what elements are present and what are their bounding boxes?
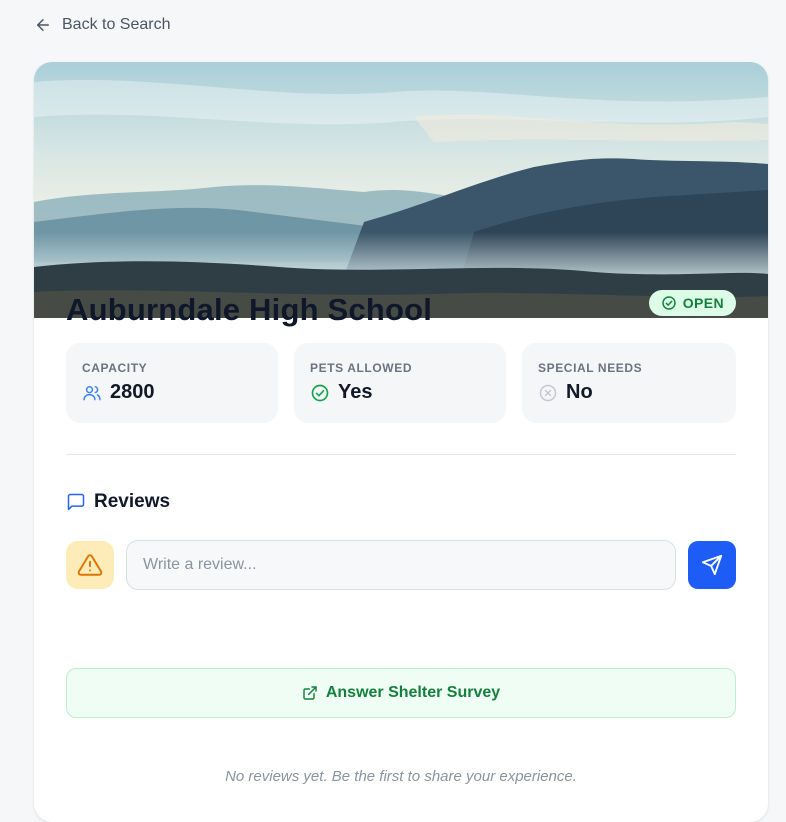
stat-pets-allowed: PETS ALLOWED Yes xyxy=(294,343,506,423)
stat-label: SPECIAL NEEDS xyxy=(538,361,643,375)
answer-survey-button[interactable]: Answer Shelter Survey xyxy=(66,668,736,718)
external-link-icon xyxy=(303,686,317,700)
arrow-left-icon xyxy=(37,19,49,31)
empty-reviews-message: No reviews yet. Be the first to share yo… xyxy=(225,768,577,785)
stat-capacity: CAPACITY 2800 xyxy=(66,343,278,423)
stat-value: No xyxy=(566,381,593,403)
message-square-icon xyxy=(67,493,85,511)
x-circle-icon xyxy=(539,384,557,401)
reviews-heading: Reviews xyxy=(66,491,170,513)
alert-triangle-icon xyxy=(77,554,103,576)
review-composer xyxy=(66,540,736,590)
shelter-name: Auburndale High School xyxy=(66,292,433,327)
stat-label: CAPACITY xyxy=(82,361,148,375)
check-circle-icon xyxy=(661,296,676,310)
report-issue-button[interactable] xyxy=(66,541,114,589)
section-divider xyxy=(66,454,736,455)
send-icon xyxy=(701,554,723,576)
back-link-label: Back to Search xyxy=(62,16,171,33)
reviews-heading-label: Reviews xyxy=(94,491,171,512)
send-review-button[interactable] xyxy=(688,541,736,589)
survey-label: Answer Shelter Survey xyxy=(325,684,501,701)
stat-label: PETS ALLOWED xyxy=(310,361,413,375)
back-to-search-link[interactable]: Back to Search xyxy=(34,16,171,34)
users-icon xyxy=(83,385,101,400)
check-circle-icon xyxy=(311,384,329,401)
status-label: OPEN xyxy=(682,295,724,311)
review-input[interactable] xyxy=(126,540,676,590)
stat-value: 2800 xyxy=(110,381,155,403)
status-badge: OPEN xyxy=(648,290,736,316)
stat-special-needs: SPECIAL NEEDS No xyxy=(522,343,736,423)
stat-value: Yes xyxy=(338,381,373,403)
